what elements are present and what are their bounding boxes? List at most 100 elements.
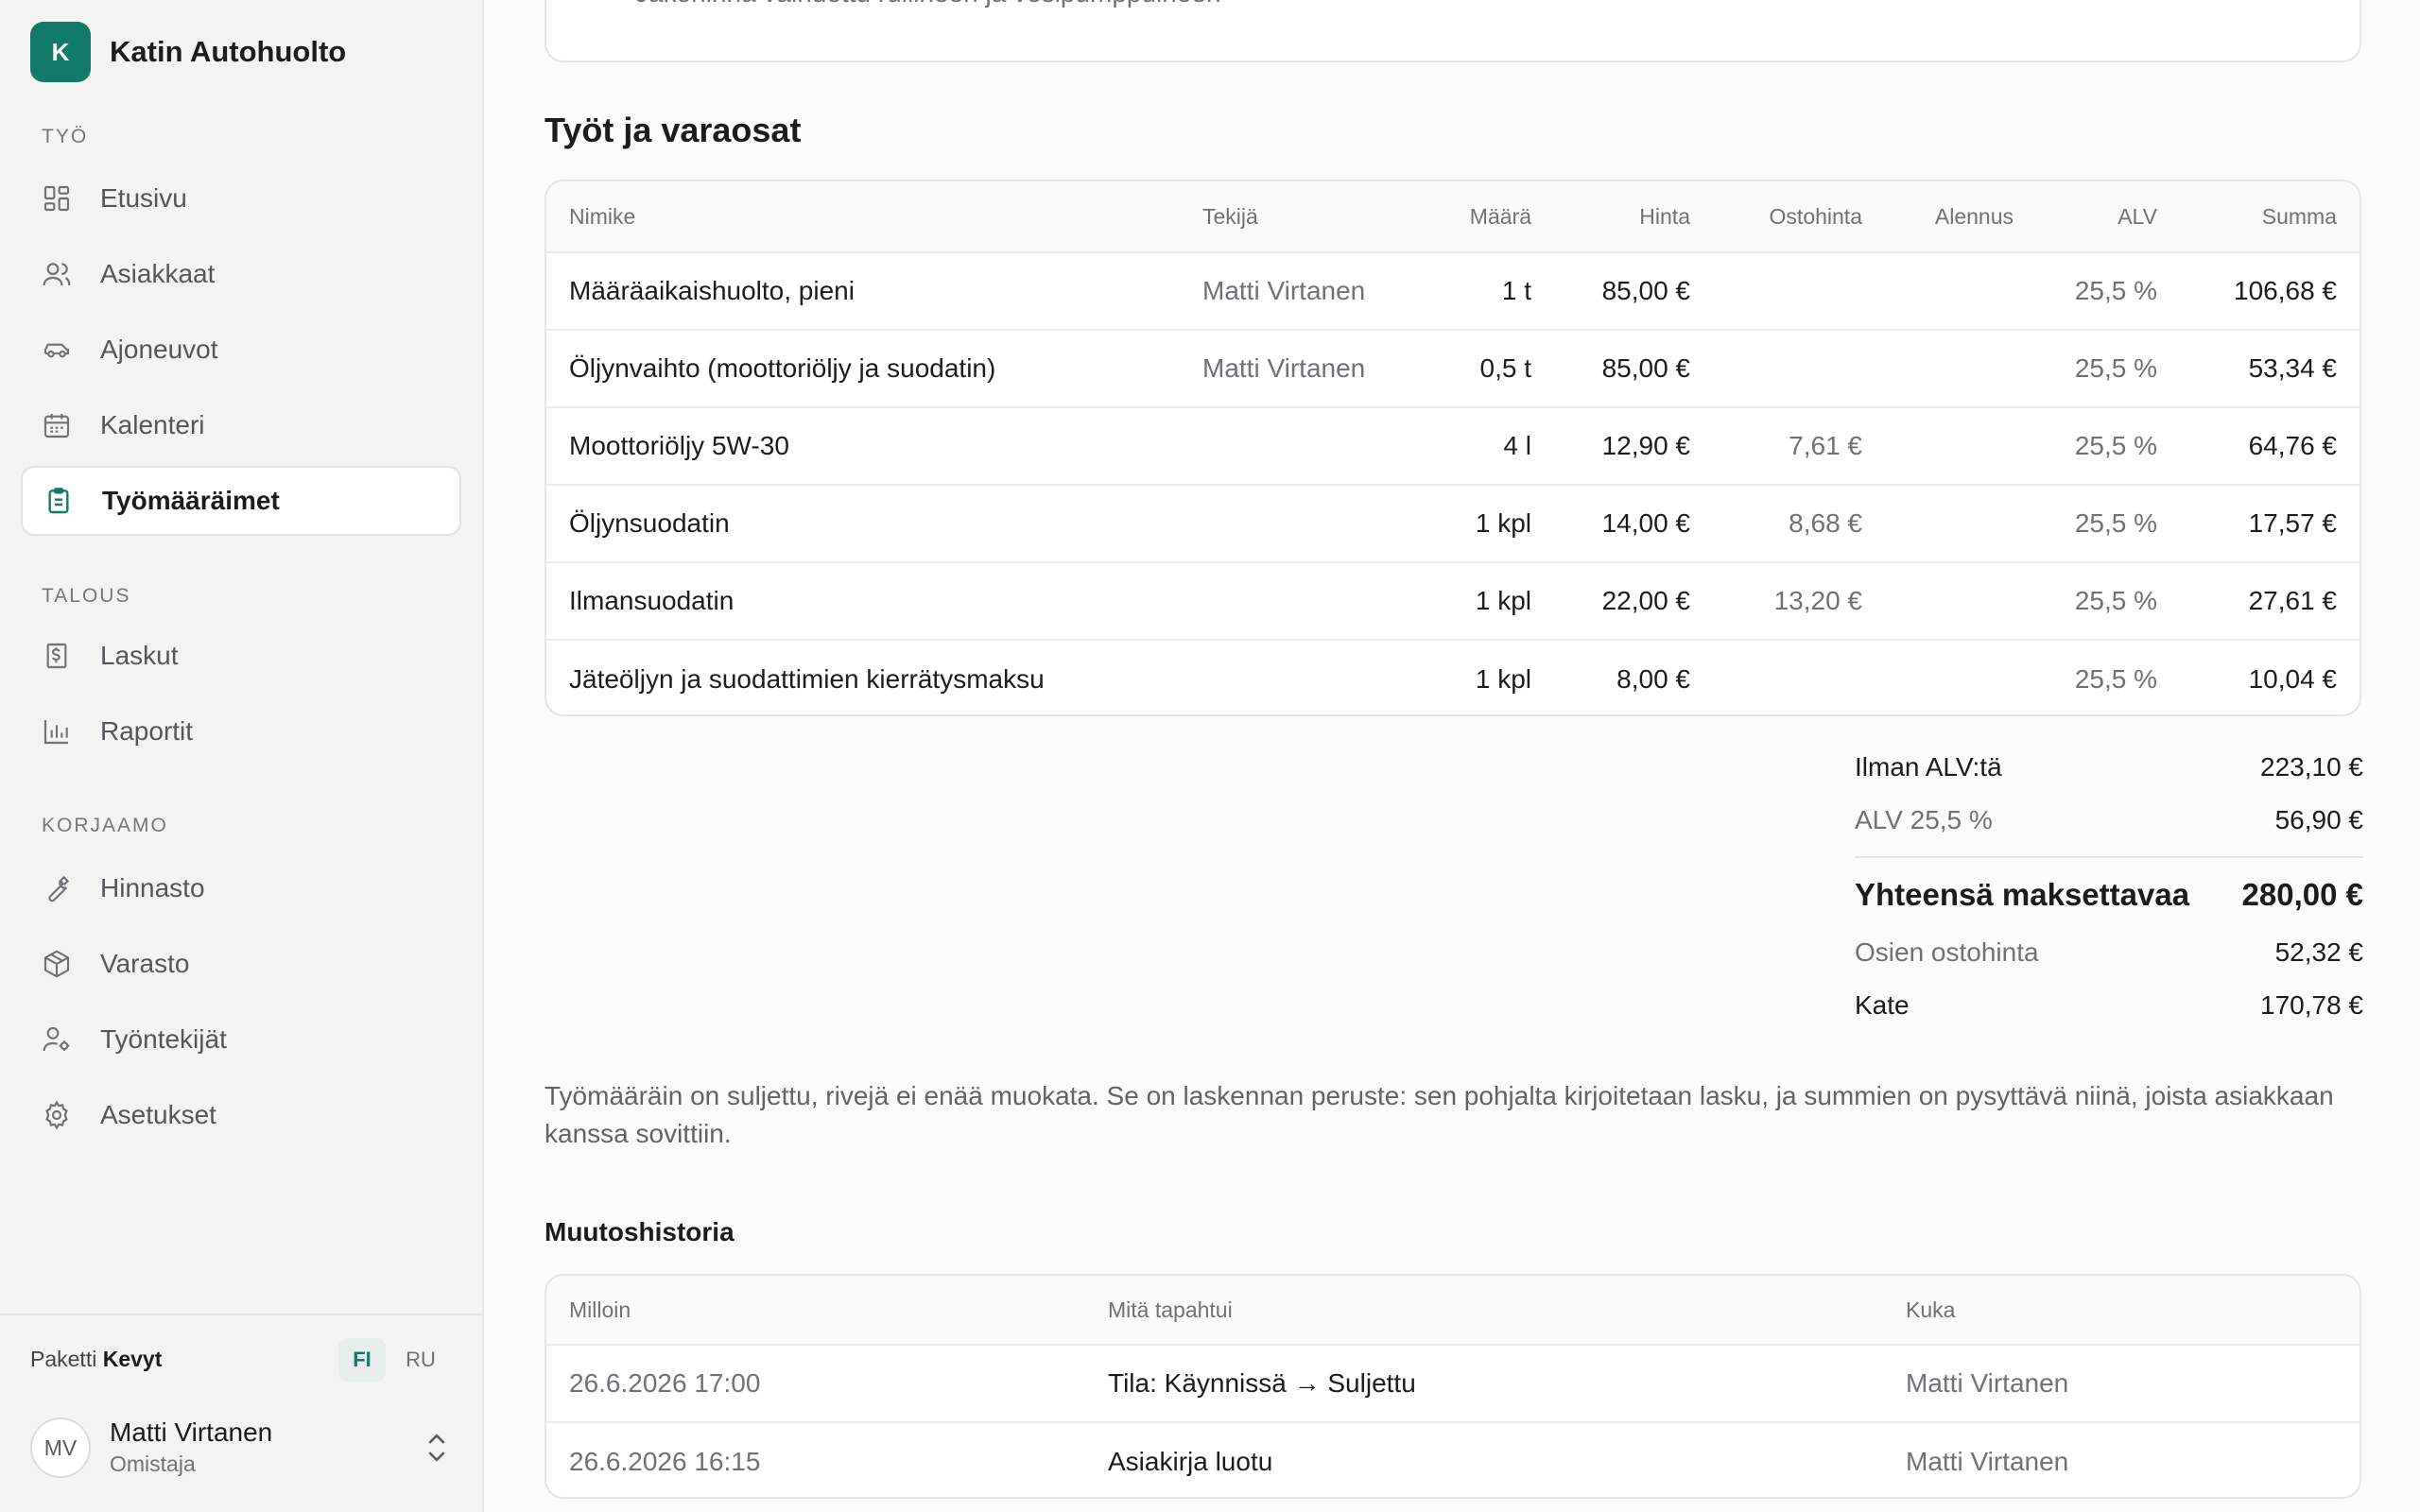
totals-divider xyxy=(1855,856,2363,858)
sidebar-item-tyomaaraimet[interactable]: Työmääräimet xyxy=(21,466,461,536)
history-what: Tila: Käynnissä → Suljettu xyxy=(1108,1368,1416,1398)
history-when: 26.6.2026 17:00 xyxy=(569,1368,761,1398)
item-price: 22,00 € xyxy=(1601,586,1690,615)
item-qty: 1 kpl xyxy=(1475,664,1531,694)
table-row: Ilmansuodatin 1 kpl 22,00 € 13,20 € 25,5… xyxy=(546,561,2360,639)
sidebar-item-laskut[interactable]: Laskut xyxy=(21,621,461,691)
parts-cost-value: 52,32 € xyxy=(2274,937,2363,967)
item-price: 85,00 € xyxy=(1601,276,1690,305)
clipboard-icon xyxy=(43,486,74,516)
item-sum: 27,61 € xyxy=(2248,586,2337,615)
sidebar-item-etusivu[interactable]: Etusivu xyxy=(21,163,461,233)
brand-name: Katin Autohuolto xyxy=(110,35,347,68)
language-ru-button[interactable]: RU xyxy=(397,1338,444,1382)
item-cost: 8,68 € xyxy=(1789,508,1862,538)
plan-name: Kevyt xyxy=(102,1347,163,1371)
item-sum: 64,76 € xyxy=(2248,431,2337,460)
nav-section-talous: TALOUS xyxy=(42,585,131,607)
closed-note: Työmääräin on suljettu, rivejä ei enää m… xyxy=(544,1081,2334,1148)
column-header-summa: Summa xyxy=(2261,203,2337,229)
total-vat-value: 56,90 € xyxy=(2274,805,2363,834)
column-header-kuka: Kuka xyxy=(1906,1297,1956,1322)
sidebar-item-tyontekijat[interactable]: Työntekijät xyxy=(21,1005,461,1074)
sidebar-item-label: Raportit xyxy=(100,716,194,746)
item-price: 12,90 € xyxy=(1601,431,1690,460)
item-name: Öljynsuodatin xyxy=(569,508,730,538)
sidebar: K Katin Autohuolto TYÖ Etusivu Asiakkaat… xyxy=(0,0,484,1512)
history-who: Matti Virtanen xyxy=(1906,1447,2069,1476)
item-vat: 25,5 % xyxy=(2074,664,2157,694)
margin-row: Kate 170,78 € xyxy=(1855,990,2363,1021)
sidebar-item-ajoneuvot[interactable]: Ajoneuvot xyxy=(21,315,461,385)
item-price: 85,00 € xyxy=(1601,353,1690,383)
plan-prefix: Paketti xyxy=(30,1347,97,1371)
account-switch-icon[interactable] xyxy=(422,1431,452,1465)
avatar[interactable]: MV xyxy=(30,1418,91,1478)
item-worker: Matti Virtanen xyxy=(1202,353,1366,383)
total-vat-label: ALV 25,5 % xyxy=(1855,805,1993,834)
item-vat: 25,5 % xyxy=(2074,586,2157,615)
column-header-tekija: Tekijä xyxy=(1202,203,1258,229)
item-price: 14,00 € xyxy=(1601,508,1690,538)
column-header-alennus: Alennus xyxy=(1934,203,2014,229)
table-row: Määräaikaishuolto, pieni Matti Virtanen … xyxy=(546,251,2360,329)
sidebar-item-kalenteri[interactable]: Kalenteri xyxy=(21,390,461,460)
item-sum: 106,68 € xyxy=(2234,276,2337,305)
wrench-icon xyxy=(42,873,72,903)
sidebar-item-label: Hinnasto xyxy=(100,873,205,902)
item-worker: Matti Virtanen xyxy=(1202,276,1366,305)
total-vat-row: ALV 25,5 % 56,90 € xyxy=(1855,805,2363,835)
sidebar-item-asiakkaat[interactable]: Asiakkaat xyxy=(21,239,461,309)
language-fi-button[interactable]: FI xyxy=(338,1338,386,1382)
column-header-mita-tapahtui: Mitä tapahtui xyxy=(1108,1297,1233,1322)
invoice-icon xyxy=(42,641,72,671)
margin-label: Kate xyxy=(1855,990,1910,1020)
plan-info: Paketti Kevyt xyxy=(30,1347,162,1372)
item-name: Moottoriöljy 5W-30 xyxy=(569,431,789,460)
item-vat: 25,5 % xyxy=(2074,508,2157,538)
sidebar-item-label: Laskut xyxy=(100,641,179,670)
total-net-value: 223,10 € xyxy=(2260,752,2363,782)
total-due-value: 280,00 € xyxy=(2241,877,2363,912)
total-due-label: Yhteensä maksettavaa xyxy=(1855,877,2190,912)
sidebar-item-raportit[interactable]: Raportit xyxy=(21,696,461,766)
brand[interactable]: K Katin Autohuolto xyxy=(30,22,346,82)
item-price: 8,00 € xyxy=(1616,664,1690,694)
column-header-nimike: Nimike xyxy=(569,203,636,229)
item-sum: 10,04 € xyxy=(2248,664,2337,694)
history-header: Milloin Mitä tapahtui Kuka xyxy=(546,1276,2360,1344)
box-icon xyxy=(42,949,72,979)
column-header-maara: Määrä xyxy=(1469,203,1531,229)
column-header-ostohinta: Ostohinta xyxy=(1769,203,1862,229)
car-icon xyxy=(42,335,72,365)
item-qty: 1 t xyxy=(1501,276,1531,305)
item-qty: 1 kpl xyxy=(1475,508,1531,538)
sidebar-item-label: Etusivu xyxy=(100,183,187,213)
item-qty: 4 l xyxy=(1503,431,1531,460)
table-row: Öljynsuodatin 1 kpl 14,00 € 8,68 € 25,5 … xyxy=(546,484,2360,561)
sidebar-item-hinnasto[interactable]: Hinnasto xyxy=(21,853,461,923)
sidebar-item-asetukset[interactable]: Asetukset xyxy=(21,1080,461,1150)
sidebar-item-label: Työntekijät xyxy=(100,1024,227,1054)
users-icon xyxy=(42,259,72,289)
item-vat: 25,5 % xyxy=(2074,353,2157,383)
table-header: Nimike Tekijä Määrä Hinta Ostohinta Alen… xyxy=(546,181,2360,251)
table-row: 26.6.2026 17:00 Tila: Käynnissä → Suljet… xyxy=(546,1344,2360,1421)
item-cost: 7,61 € xyxy=(1789,431,1862,460)
table-row: 26.6.2026 16:15 Asiakirja luotu Matti Vi… xyxy=(546,1421,2360,1497)
calendar-icon xyxy=(42,410,72,440)
history-who: Matti Virtanen xyxy=(1906,1368,2069,1398)
history-title: Muutoshistoria xyxy=(544,1217,735,1246)
nav-section-korjaamo: KORJAAMO xyxy=(42,815,168,836)
sidebar-item-label: Asetukset xyxy=(100,1100,216,1129)
item-name: Jäteöljyn ja suodattimien kierrätysmaksu xyxy=(569,664,1045,694)
item-vat: 25,5 % xyxy=(2074,276,2157,305)
user-name[interactable]: Matti Virtanen xyxy=(110,1418,272,1448)
item-name: Määräaikaishuolto, pieni xyxy=(569,276,855,305)
column-header-alv: ALV xyxy=(2118,203,2157,229)
bar-chart-icon xyxy=(42,716,72,747)
parts-cost-label: Osien ostohinta xyxy=(1855,937,2039,967)
sidebar-item-label: Varasto xyxy=(100,949,190,978)
user-role: Omistaja xyxy=(110,1452,196,1476)
sidebar-item-varasto[interactable]: Varasto xyxy=(21,929,461,999)
